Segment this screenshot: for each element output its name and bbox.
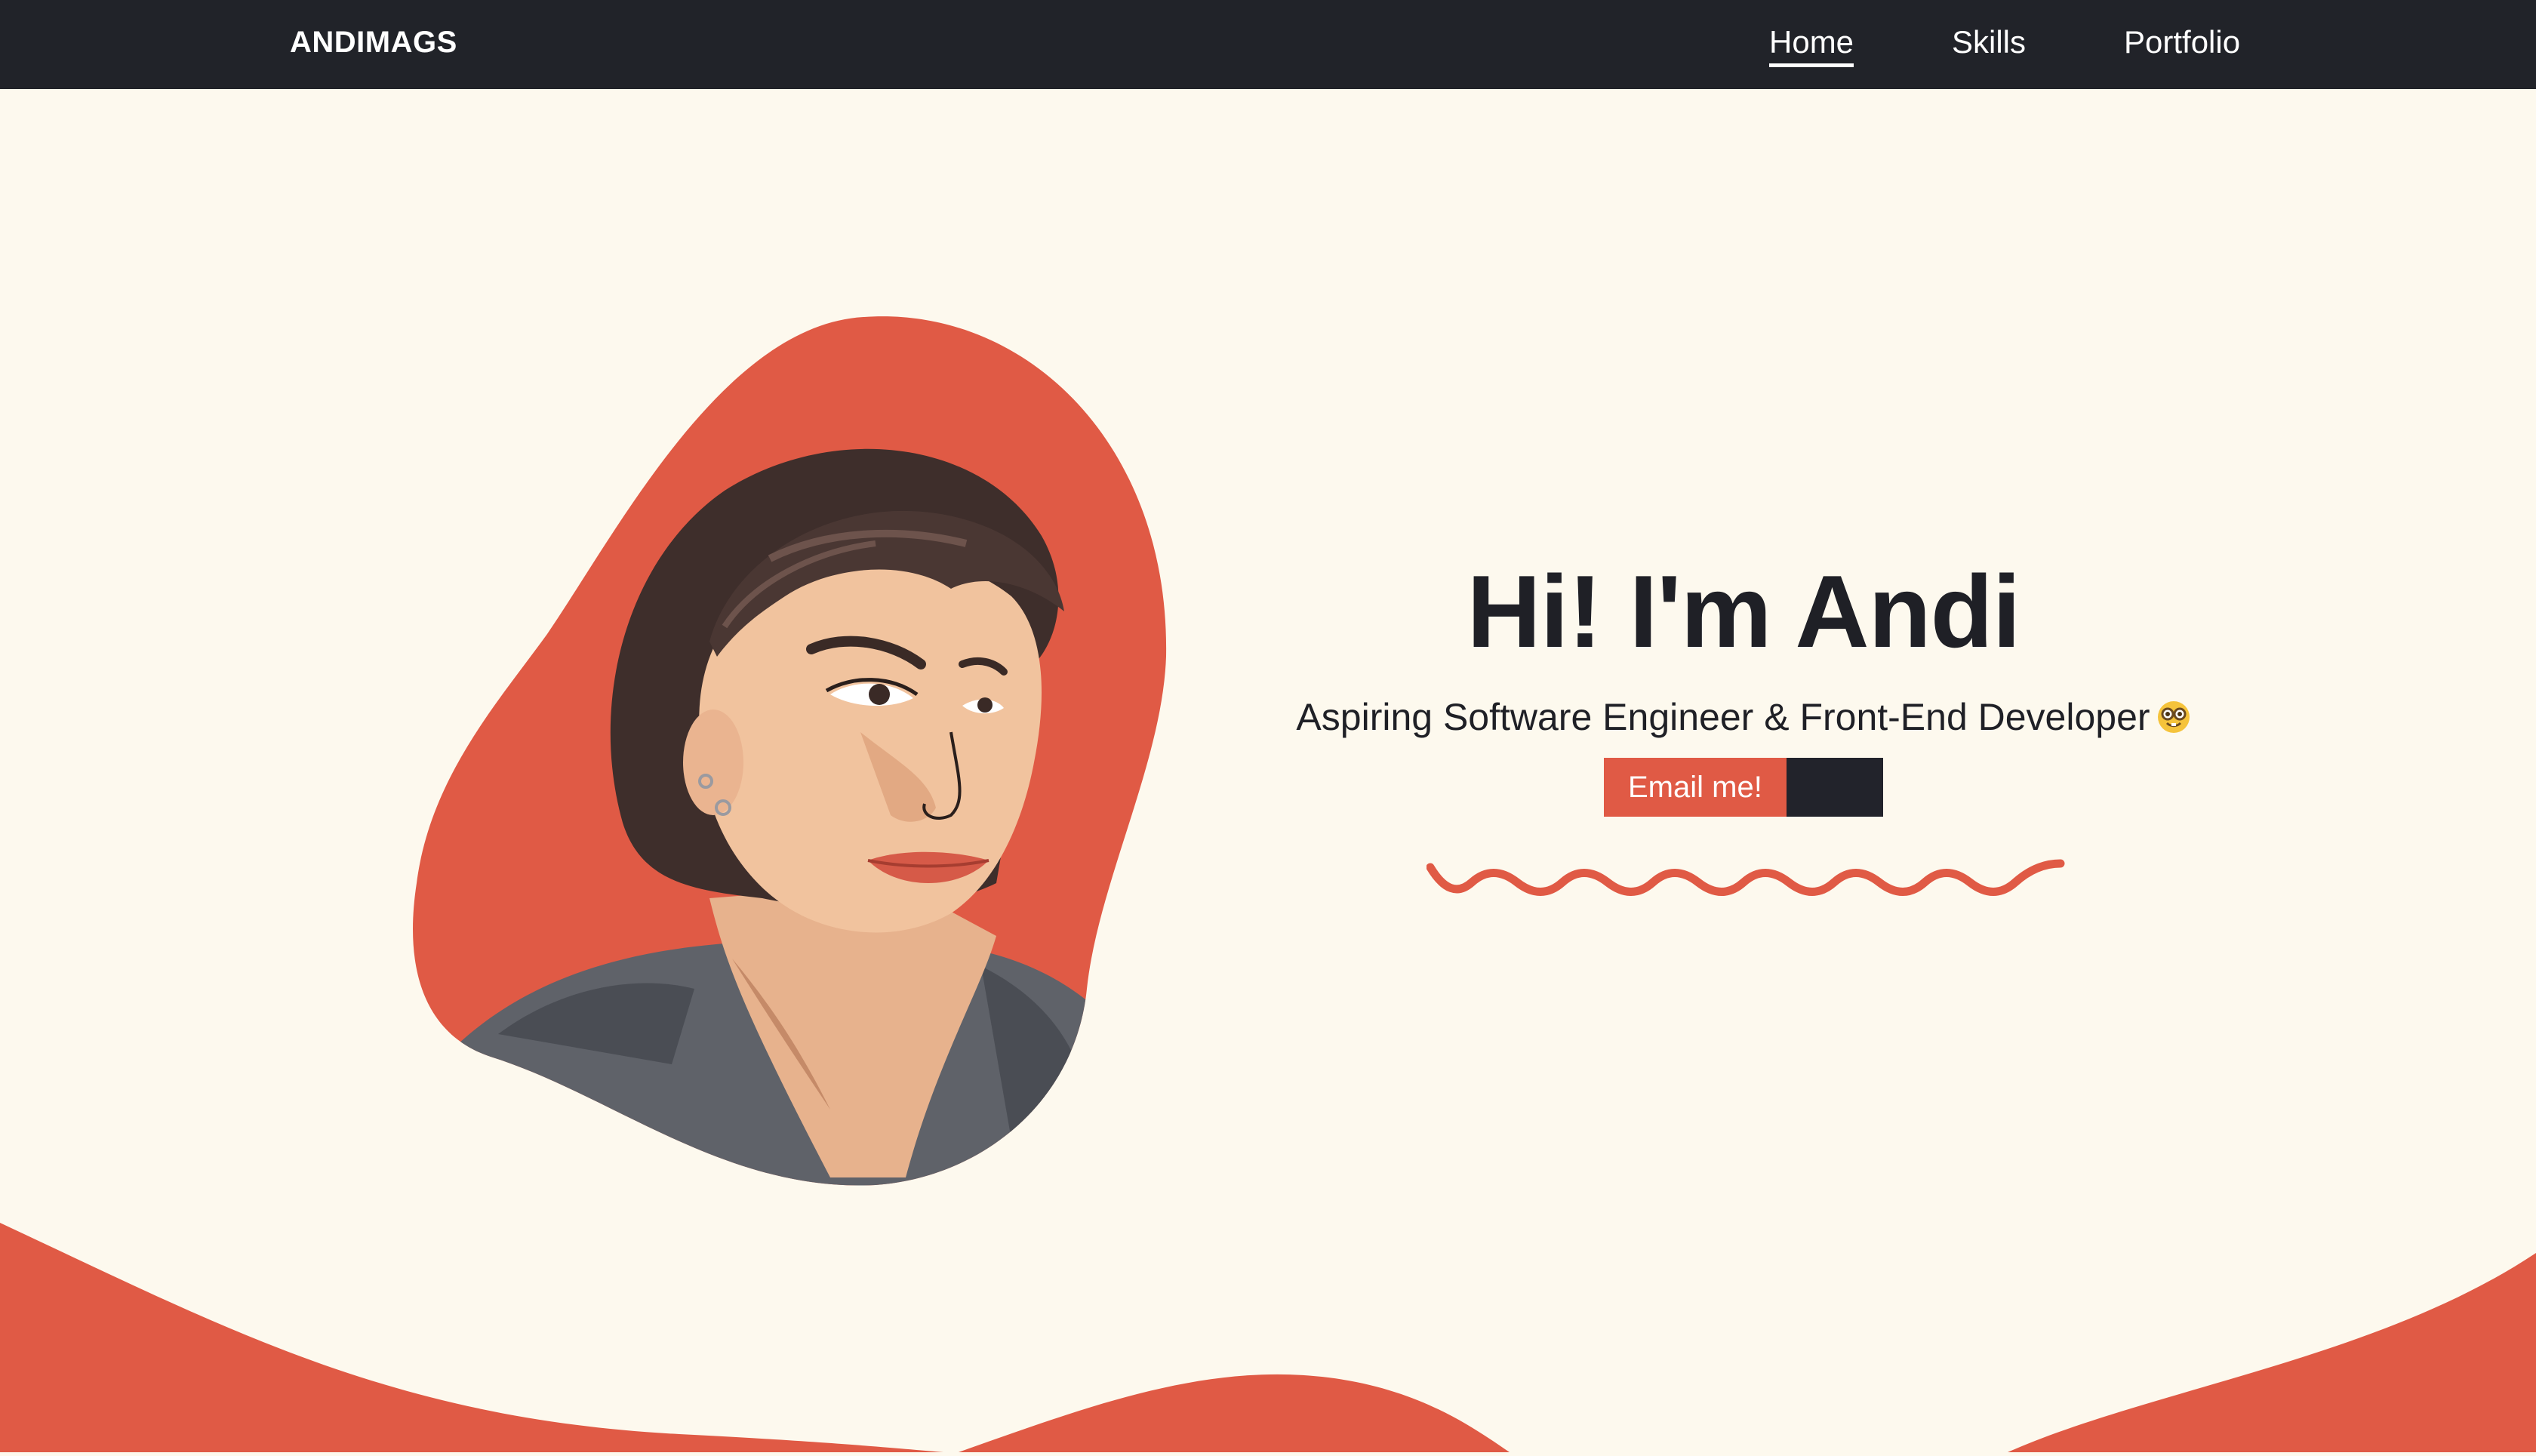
hero-title: Hi! I'm Andi [1467,554,2020,669]
nav-portfolio[interactable]: Portfolio [2124,23,2240,62]
email-button-accent[interactable] [1786,758,1883,817]
email-button-group: Email me! [1604,758,1883,817]
hero-subtitle: Aspiring Software Engineer & Front-End D… [1177,693,2310,741]
decorative-squiggle [1426,853,2068,910]
profile-portrait [408,309,1177,1193]
nav-skills[interactable]: Skills [1952,23,2026,62]
email-button[interactable]: Email me! [1604,758,1787,817]
navbar: ANDIMAGS Home Skills Portfolio [0,0,2536,89]
hero-subtitle-text: Aspiring Software Engineer & Front-End D… [1296,696,2150,738]
brand-logo[interactable]: ANDIMAGS [290,24,457,60]
bottom-wave-decoration [0,1208,2536,1456]
nav-home[interactable]: Home [1769,23,1854,67]
nerd-face-icon [2156,697,2191,733]
portrait-ear [683,710,743,815]
